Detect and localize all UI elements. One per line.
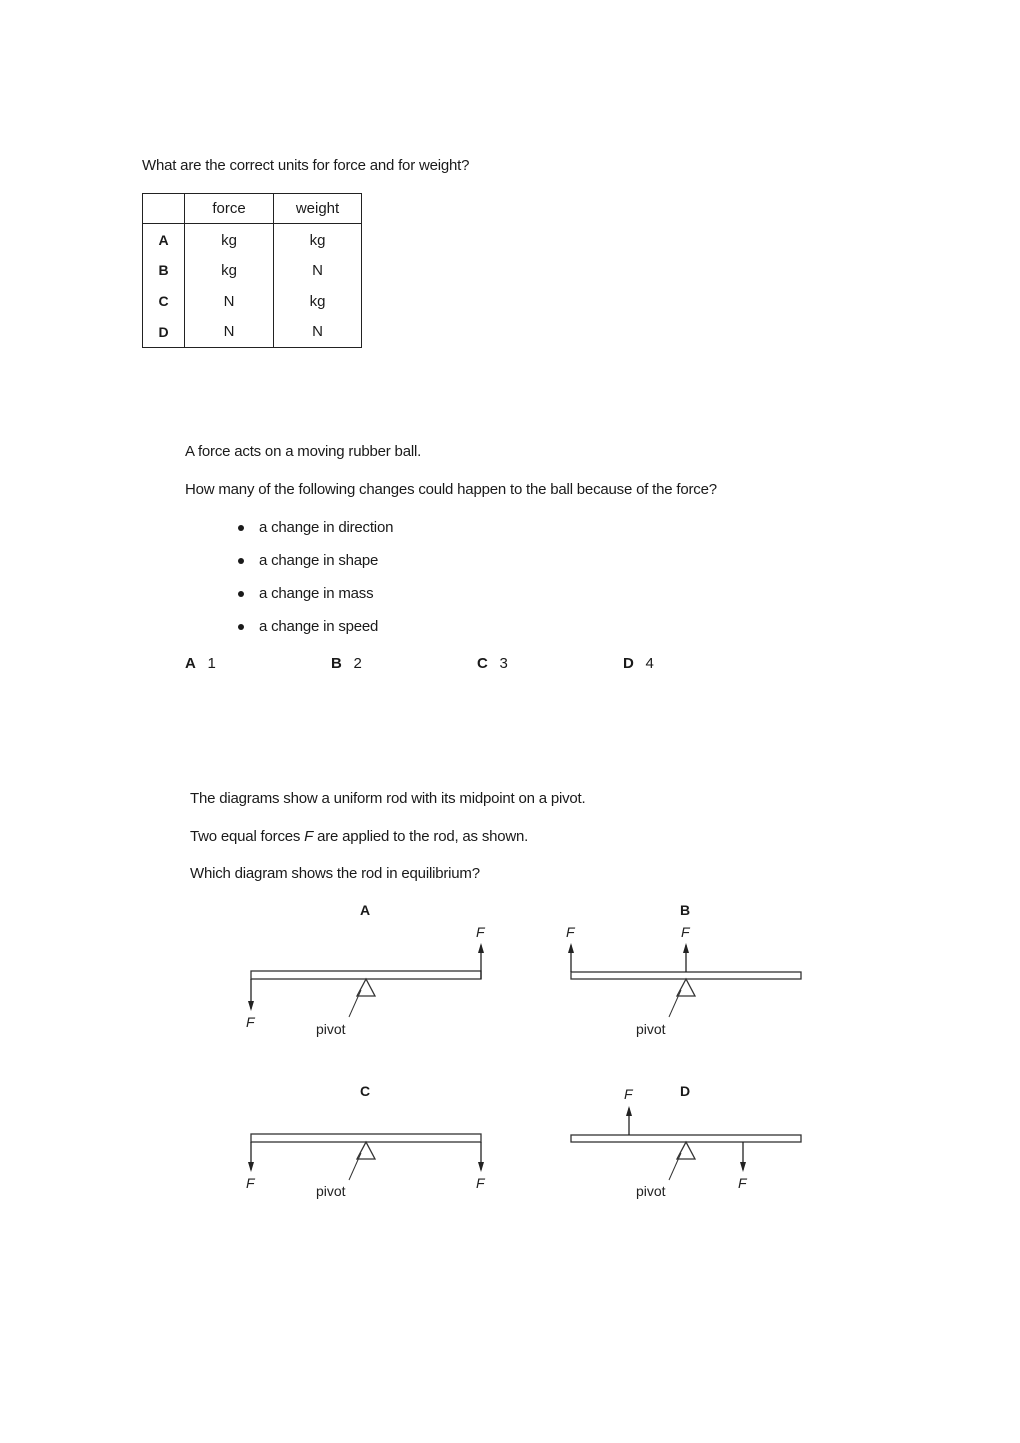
arrowhead-icon (626, 1106, 632, 1116)
pivot-label: pivot (636, 1021, 666, 1037)
arrowhead-icon (568, 943, 574, 953)
pivot-label: pivot (316, 1183, 346, 1199)
force-label: F (681, 924, 691, 940)
pivot-leader-line (348, 989, 362, 1018)
force-label: F (566, 924, 576, 940)
force-label: F (246, 1175, 256, 1191)
force-label: F (476, 924, 486, 940)
diagram-a: F F pivot (246, 924, 486, 1037)
arrowhead-icon (740, 1162, 746, 1172)
arrowhead-icon (478, 1162, 484, 1172)
pivot-label: pivot (316, 1021, 346, 1037)
arrowhead-icon (478, 943, 484, 953)
pivot-leader-line (348, 1152, 362, 1181)
diagram-b: F F pivot (566, 924, 802, 1037)
force-label: F (246, 1014, 256, 1030)
force-label: F (624, 1086, 634, 1102)
arrowhead-icon (248, 1162, 254, 1172)
force-label: F (738, 1175, 748, 1191)
diagram-c: F F pivot (246, 1133, 486, 1199)
force-label: F (476, 1175, 486, 1191)
pivot-leader-line (668, 989, 682, 1018)
arrowhead-icon (248, 1001, 254, 1011)
pivot-leader-line (668, 1152, 682, 1181)
arrowhead-icon (683, 943, 689, 953)
pivot-label: pivot (636, 1183, 666, 1199)
rod-diagrams: F F pivot F F pivot F F pivot F F pivot (246, 924, 802, 1199)
diagram-d: F F pivot (570, 1086, 802, 1199)
